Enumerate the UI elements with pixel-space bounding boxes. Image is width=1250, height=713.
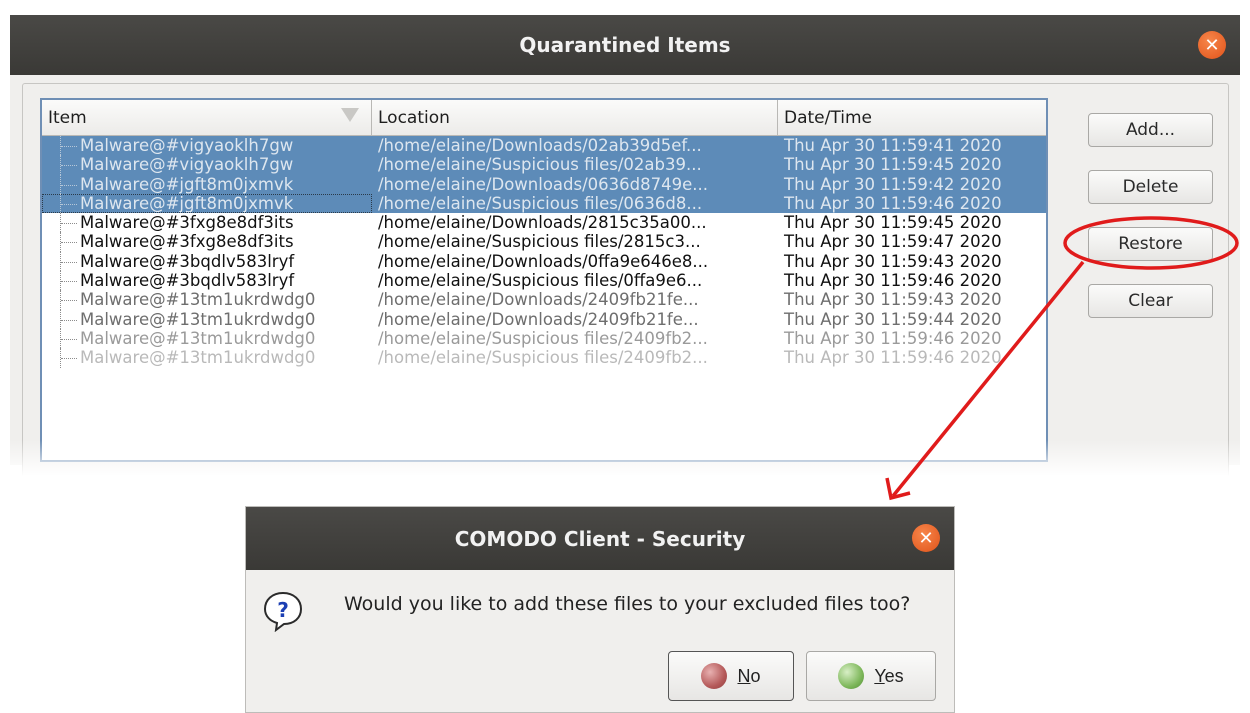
table-row[interactable]: Malware@#vigyaoklh7gw/home/elaine/Suspic…: [42, 155, 1046, 175]
torn-edge-fade: [0, 440, 1250, 500]
table-row[interactable]: Malware@#13tm1ukrdwdg0/home/elaine/Suspi…: [42, 328, 1046, 349]
cell-location: /home/elaine/Suspicious files/0636d8...: [378, 193, 703, 213]
cell-datetime: Thu Apr 30 11:59:43 2020: [784, 290, 1002, 310]
no-button[interactable]: No: [668, 651, 794, 701]
cell-datetime: Thu Apr 30 11:59:45 2020: [784, 155, 1002, 175]
security-dialog: COMODO Client - Security ✕ ? Would you l…: [245, 506, 955, 713]
cell-location: /home/elaine/Downloads/0636d8749e...: [378, 174, 709, 194]
svg-text:?: ?: [277, 598, 289, 622]
cell-datetime: Thu Apr 30 11:59:46 2020: [784, 271, 1002, 291]
no-button-label: No: [737, 665, 761, 686]
cell-location: /home/elaine/Suspicious files/02ab39...: [378, 155, 702, 175]
cell-item: Malware@#3bqdlv583lryf: [42, 271, 372, 291]
table-row[interactable]: Malware@#13tm1ukrdwdg0/home/elaine/Downl…: [42, 290, 1046, 310]
cell-location: /home/elaine/Suspicious files/0ffa9e6...: [378, 271, 703, 291]
delete-button[interactable]: Delete: [1088, 170, 1213, 204]
cell-datetime: Thu Apr 30 11:59:47 2020: [784, 232, 1002, 252]
table-row[interactable]: Malware@#3bqdlv583lryf/home/elaine/Suspi…: [42, 271, 1046, 291]
cell-location: /home/elaine/Downloads/2409fb21fe...: [378, 290, 699, 310]
column-header-location[interactable]: Location: [372, 100, 778, 135]
quarantine-table[interactable]: Item Location Date/Time Malware@#vigyaok…: [40, 98, 1048, 462]
cell-item: Malware@#3fxg8e8df3its: [42, 213, 372, 233]
table-body: Malware@#vigyaoklh7gw/home/elaine/Downlo…: [42, 136, 1046, 368]
cell-datetime: Thu Apr 30 11:59:45 2020: [784, 213, 1002, 233]
table-row[interactable]: Malware@#jgft8m0jxmvk/home/elaine/Suspic…: [42, 193, 1046, 214]
cell-item: Malware@#3fxg8e8df3its: [42, 232, 372, 252]
cell-datetime: Thu Apr 30 11:59:41 2020: [784, 136, 1002, 155]
cell-item: Malware@#3bqdlv583lryf: [42, 251, 372, 272]
close-icon[interactable]: ✕: [1198, 31, 1226, 59]
cell-datetime: Thu Apr 30 11:59:43 2020: [784, 251, 1002, 271]
column-header-item[interactable]: Item: [42, 100, 372, 135]
cell-location: /home/elaine/Downloads/02ab39d5ef...: [378, 136, 702, 155]
cell-location: /home/elaine/Suspicious files/2409fb2...: [378, 328, 708, 348]
table-row[interactable]: Malware@#3bqdlv583lryf/home/elaine/Downl…: [42, 251, 1046, 272]
cell-item: Malware@#13tm1ukrdwdg0: [42, 328, 372, 349]
dialog-title: COMODO Client - Security: [454, 526, 746, 551]
yes-button-label: Yes: [874, 665, 904, 686]
dialog-close-icon[interactable]: ✕: [912, 524, 940, 552]
table-row[interactable]: Malware@#3fxg8e8df3its/home/elaine/Downl…: [42, 213, 1046, 233]
cell-datetime: Thu Apr 30 11:59:46 2020: [784, 328, 1002, 348]
cell-datetime: Thu Apr 30 11:59:42 2020: [784, 174, 1002, 194]
cell-item: Malware@#13tm1ukrdwdg0: [42, 309, 372, 329]
restore-button[interactable]: Restore: [1088, 227, 1213, 261]
cell-datetime: Thu Apr 30 11:59:46 2020: [784, 193, 1002, 213]
cell-item: Malware@#13tm1ukrdwdg0: [42, 290, 372, 310]
cell-item: Malware@#vigyaoklh7gw: [42, 155, 372, 175]
column-header-datetime[interactable]: Date/Time: [778, 100, 1046, 135]
yes-button[interactable]: Yes: [806, 651, 936, 701]
table-header: Item Location Date/Time: [42, 100, 1046, 136]
cell-datetime: Thu Apr 30 11:59:46 2020: [784, 348, 1002, 368]
sort-indicator-icon: [341, 108, 359, 122]
no-orb-icon: [701, 663, 728, 689]
cell-location: /home/elaine/Suspicious files/2409fb2...: [378, 348, 708, 368]
dialog-message: Would you like to add these files to you…: [344, 593, 911, 615]
table-row[interactable]: Malware@#vigyaoklh7gw/home/elaine/Downlo…: [42, 136, 1046, 156]
window-title: Quarantined Items: [519, 33, 731, 57]
window-titlebar[interactable]: Quarantined Items ✕: [10, 15, 1240, 75]
cell-item: Malware@#jgft8m0jxmvk: [42, 174, 372, 194]
table-row[interactable]: Malware@#13tm1ukrdwdg0/home/elaine/Downl…: [42, 309, 1046, 329]
yes-orb-icon: [838, 663, 865, 689]
cell-datetime: Thu Apr 30 11:59:44 2020: [784, 309, 1002, 329]
cell-location: /home/elaine/Suspicious files/2815c3...: [378, 232, 701, 252]
cell-item: Malware@#13tm1ukrdwdg0: [42, 348, 372, 368]
clear-button[interactable]: Clear: [1088, 284, 1213, 318]
cell-location: /home/elaine/Downloads/0ffa9e646e8...: [378, 251, 709, 271]
table-row[interactable]: Malware@#jgft8m0jxmvk/home/elaine/Downlo…: [42, 174, 1046, 194]
dialog-titlebar[interactable]: COMODO Client - Security ✕: [246, 507, 954, 570]
cell-location: /home/elaine/Downloads/2815c35a00...: [378, 213, 707, 233]
table-row[interactable]: Malware@#3fxg8e8df3its/home/elaine/Suspi…: [42, 232, 1046, 252]
cell-item: Malware@#vigyaoklh7gw: [42, 136, 372, 156]
cell-item: Malware@#jgft8m0jxmvk: [42, 193, 372, 214]
add-button[interactable]: Add...: [1088, 113, 1213, 147]
question-icon: ?: [263, 591, 303, 632]
cell-location: /home/elaine/Downloads/2409fb21fe...: [378, 309, 699, 329]
table-row[interactable]: Malware@#13tm1ukrdwdg0/home/elaine/Suspi…: [42, 348, 1046, 368]
